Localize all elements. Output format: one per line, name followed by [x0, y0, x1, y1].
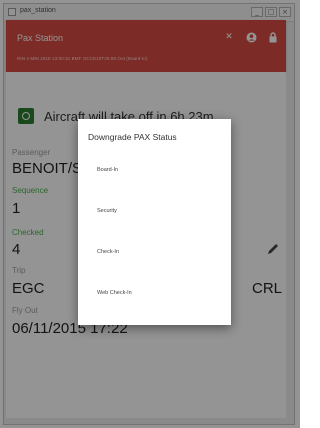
- option-board-in[interactable]: Board-In: [97, 167, 118, 173]
- dialog-title: Downgrade PAX Status: [88, 132, 177, 142]
- option-web-check-in[interactable]: Web Check-In: [97, 290, 132, 296]
- option-security[interactable]: Security: [97, 208, 117, 214]
- option-check-in[interactable]: Check-In: [97, 249, 119, 255]
- downgrade-status-dialog: Downgrade PAX Status Board-In Security C…: [78, 119, 231, 325]
